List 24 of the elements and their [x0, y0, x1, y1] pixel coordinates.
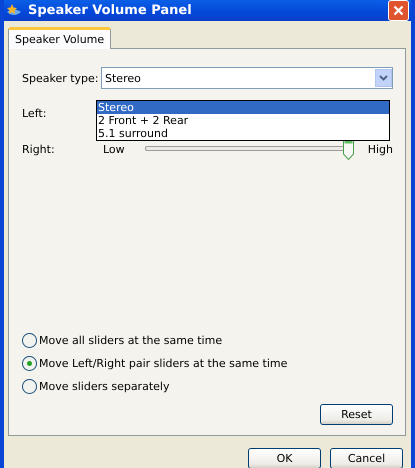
window-title: Speaker Volume Panel: [28, 3, 193, 18]
dropdown-option[interactable]: Stereo: [97, 101, 389, 114]
dialog-button[interactable]: Cancel: [330, 448, 403, 468]
close-button[interactable]: [388, 0, 409, 21]
radio-button[interactable]: [22, 333, 37, 348]
radio-option[interactable]: Move sliders separately: [22, 375, 393, 398]
chevron-down-icon: [379, 75, 388, 81]
dropdown-button[interactable]: [375, 69, 392, 87]
radio-option[interactable]: Move all sliders at the same time: [22, 329, 393, 352]
low-label: Low: [103, 142, 126, 156]
radio-button[interactable]: [22, 356, 37, 371]
speaker-type-dropdown[interactable]: Stereo: [101, 67, 393, 89]
volume-slider[interactable]: [145, 138, 354, 160]
reset-button[interactable]: Reset: [320, 404, 393, 425]
tab[interactable]: Speaker Volume: [8, 27, 112, 49]
high-label: High: [368, 142, 393, 156]
radio-button[interactable]: [22, 379, 37, 394]
close-icon: [393, 5, 404, 16]
slider-label: Right:: [22, 142, 56, 156]
slider-thumb[interactable]: [342, 138, 354, 160]
field-label: Speaker type:: [22, 72, 100, 84]
radio-option[interactable]: Move Left/Right pair sliders at the same time: [22, 352, 393, 375]
slider-label: Left:: [22, 106, 48, 120]
dialog-button[interactable]: OK: [248, 448, 321, 468]
